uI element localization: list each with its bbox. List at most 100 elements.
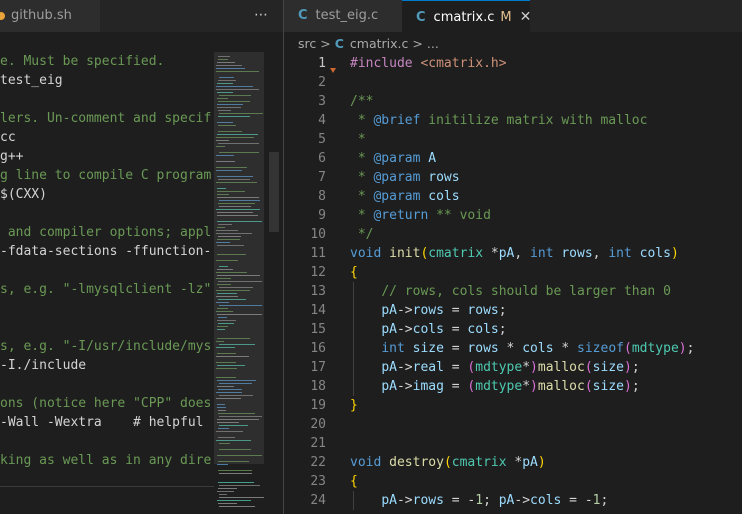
line-number: 24 xyxy=(310,493,326,508)
line-number: 4 xyxy=(318,113,326,128)
right-editor-group: Ctest_eig.c Ccmatrix.c M ✕ src > Ccmatrix.c >… xyxy=(284,0,742,514)
left-code-area[interactable]: e. Must be specified. test_eig lers. Un-co… xyxy=(0,52,214,470)
line-number: 11 xyxy=(310,246,326,261)
line-number: 18 xyxy=(310,379,326,394)
line-number: 20 xyxy=(310,417,326,432)
breadcrumb-symbol[interactable]: ... xyxy=(427,36,439,51)
c-file-icon: C xyxy=(334,36,344,51)
right-scrollbar[interactable] xyxy=(728,56,742,514)
tab-test-eig-c[interactable]: Ctest_eig.c xyxy=(284,0,402,32)
chevron-right-icon: > xyxy=(412,36,423,51)
line-number: 7 xyxy=(318,170,326,185)
c-file-icon: C xyxy=(298,8,308,23)
code-line: * @return ** void xyxy=(350,208,491,223)
left-code-line: and compiler options; appl xyxy=(0,225,212,240)
code-editor[interactable]: #include <cmatrix.h> /** * @brief initil… xyxy=(350,54,742,510)
left-code-line xyxy=(0,318,214,337)
left-code-line: test_eig xyxy=(0,73,63,88)
code-line: { xyxy=(350,265,358,280)
left-tab-bar: github.sh ⋯ xyxy=(0,0,283,32)
minimap-line xyxy=(218,488,237,489)
minimap-line xyxy=(219,485,260,486)
code-line: * xyxy=(350,132,366,147)
line-number: 23 xyxy=(310,474,326,489)
left-scrollbar[interactable] xyxy=(266,52,280,514)
minimap-line xyxy=(218,482,254,483)
chevron-right-icon: > xyxy=(320,36,331,51)
left-code-line: $(CXX) xyxy=(0,187,47,202)
divider xyxy=(0,486,214,487)
tab-label: github.sh xyxy=(11,8,72,23)
breadcrumb: src > Ccmatrix.c >... xyxy=(284,32,742,56)
line-number: 1 xyxy=(318,56,326,71)
left-code-line: -fdata-sections -ffunction- xyxy=(0,244,212,259)
line-number: 9 xyxy=(318,208,326,223)
left-code-line: g++ xyxy=(0,149,24,164)
code-line: * @param rows xyxy=(350,170,460,185)
minimap-slider[interactable] xyxy=(214,52,264,464)
more-actions-button[interactable]: ⋯ xyxy=(250,0,272,32)
code-line: void init(cmatrix *pA, int rows, int col… xyxy=(350,246,679,261)
minimap-line xyxy=(219,497,264,498)
line-number: 2 xyxy=(318,75,326,90)
breadcrumb-src[interactable]: src xyxy=(298,36,316,51)
left-code-line: king as well as in any dire xyxy=(0,453,212,468)
code-line: pA->real = (mdtype*)malloc(size); xyxy=(350,358,742,377)
left-code-line xyxy=(0,204,214,223)
minimap-line xyxy=(219,473,252,474)
line-number: 15 xyxy=(310,322,326,337)
left-code-line: s, e.g. "-lmysqlclient -lz" xyxy=(0,282,212,297)
code-line: /** xyxy=(350,94,374,109)
left-code-line: -I./include xyxy=(0,358,87,373)
tab-cmatrix-c[interactable]: Ccmatrix.c M ✕ xyxy=(402,0,532,32)
code-line: pA->rows = rows; xyxy=(350,301,742,320)
line-number: 8 xyxy=(318,189,326,204)
breadcrumb-file[interactable]: cmatrix.c xyxy=(350,36,408,51)
code-line: pA->rows = -1; pA->cols = -1; xyxy=(350,491,742,510)
left-code-line: cc xyxy=(0,130,16,145)
line-number: 19 xyxy=(310,398,326,413)
line-number: 21 xyxy=(310,436,326,451)
minimap-line xyxy=(218,503,237,504)
tab-label: test_eig.c xyxy=(315,8,379,23)
line-number: 3 xyxy=(318,94,326,109)
line-number: 10 xyxy=(310,227,326,242)
code-line: // rows, cols should be larger than 0 xyxy=(350,282,742,301)
code-line: * @param A xyxy=(350,151,437,166)
left-code-line: g line to compile C program xyxy=(0,168,212,183)
left-code-line: s, e.g. "-I/usr/include/mys xyxy=(0,339,212,354)
left-code-line: e. Must be specified. xyxy=(0,54,165,69)
left-code-line xyxy=(0,432,214,451)
left-code-line xyxy=(0,299,214,318)
right-tab-bar: Ctest_eig.c Ccmatrix.c M ✕ xyxy=(284,0,742,32)
left-code-line: ons (notice here "CPP" does xyxy=(0,396,212,411)
line-number: 22 xyxy=(310,455,326,470)
code-line: { xyxy=(350,474,358,489)
minimap-line xyxy=(218,470,252,471)
code-line: pA->imag = (mdtype*)malloc(size); xyxy=(350,377,742,396)
line-number: 14 xyxy=(310,303,326,318)
line-number: 5 xyxy=(318,132,326,147)
line-number: 12 xyxy=(310,265,326,280)
left-code-line xyxy=(0,261,214,280)
line-number: 13 xyxy=(310,284,326,299)
code-line: int size = rows * cols * sizeof(mdtype); xyxy=(350,339,742,358)
close-icon[interactable]: ✕ xyxy=(520,9,532,25)
code-line: * @param cols xyxy=(350,189,460,204)
change-marker-icon xyxy=(330,68,336,73)
minimap-line xyxy=(219,506,255,507)
shell-file-icon xyxy=(0,11,5,20)
code-line: void destroy(cmatrix *pA) xyxy=(350,455,546,470)
scrollbar-thumb[interactable] xyxy=(269,152,279,232)
minimap-line xyxy=(217,464,228,465)
code-line: #include <cmatrix.h> xyxy=(350,56,507,71)
tab-label: cmatrix.c xyxy=(433,10,495,25)
tab-github-sh[interactable]: github.sh xyxy=(0,0,100,32)
line-number: 17 xyxy=(310,360,326,375)
line-number: 6 xyxy=(318,151,326,166)
minimap-line xyxy=(219,494,227,495)
code-line: pA->cols = cols; xyxy=(350,320,742,339)
